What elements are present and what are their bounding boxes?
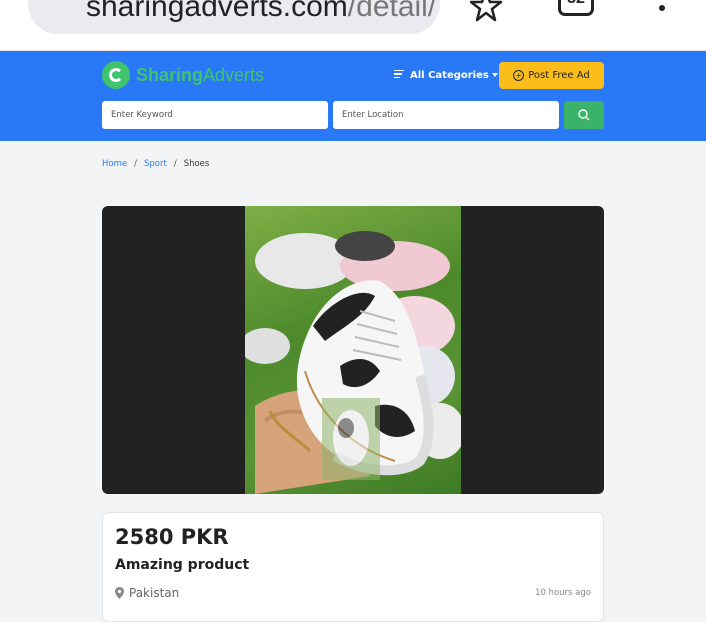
tab-switcher-icon[interactable]: 52 — [558, 0, 594, 16]
bookmark-star-icon[interactable] — [470, 0, 502, 22]
breadcrumb-sport[interactable]: Sport — [144, 159, 167, 169]
listing-price: 2580 PKR — [115, 525, 229, 549]
all-categories-button[interactable]: All Categories — [394, 66, 498, 84]
browser-toolbar: =8 sharingadverts.com/detail/ 52 — [0, 0, 706, 51]
address-bar[interactable]: =8 sharingadverts.com/detail/ — [28, 0, 440, 34]
location-search-input[interactable] — [333, 101, 559, 129]
post-free-ad-button[interactable]: + Post Free Ad — [499, 62, 604, 89]
logo-icon — [102, 61, 130, 89]
categories-list-icon — [394, 69, 404, 81]
posted-time: 10 hours ago — [535, 588, 591, 598]
overflow-menu-icon[interactable] — [656, 0, 668, 20]
caret-down-icon — [491, 73, 498, 77]
listing-card: 2580 PKR Amazing product Pakistan 10 hou… — [102, 512, 604, 622]
listing-title: Amazing product — [115, 557, 250, 573]
breadcrumb-current: Shoes — [183, 159, 210, 169]
gallery-thumbnail[interactable] — [322, 398, 380, 480]
image-gallery[interactable] — [102, 206, 604, 494]
plus-circle-icon: + — [513, 70, 525, 81]
search-button[interactable] — [564, 101, 604, 129]
location-pin-icon — [115, 587, 124, 599]
site-settings-icon[interactable]: =8 — [44, 0, 86, 5]
breadcrumb-home[interactable]: Home — [102, 159, 127, 169]
breadcrumb: Home / Sport / Shoes — [102, 159, 210, 169]
listing-location: Pakistan — [115, 586, 179, 600]
site-logo[interactable]: SharingAdverts — [102, 60, 264, 90]
keyword-search-input[interactable] — [102, 101, 328, 129]
address-url[interactable]: sharingadverts.com/detail/ — [86, 0, 436, 24]
search-icon — [578, 109, 590, 121]
